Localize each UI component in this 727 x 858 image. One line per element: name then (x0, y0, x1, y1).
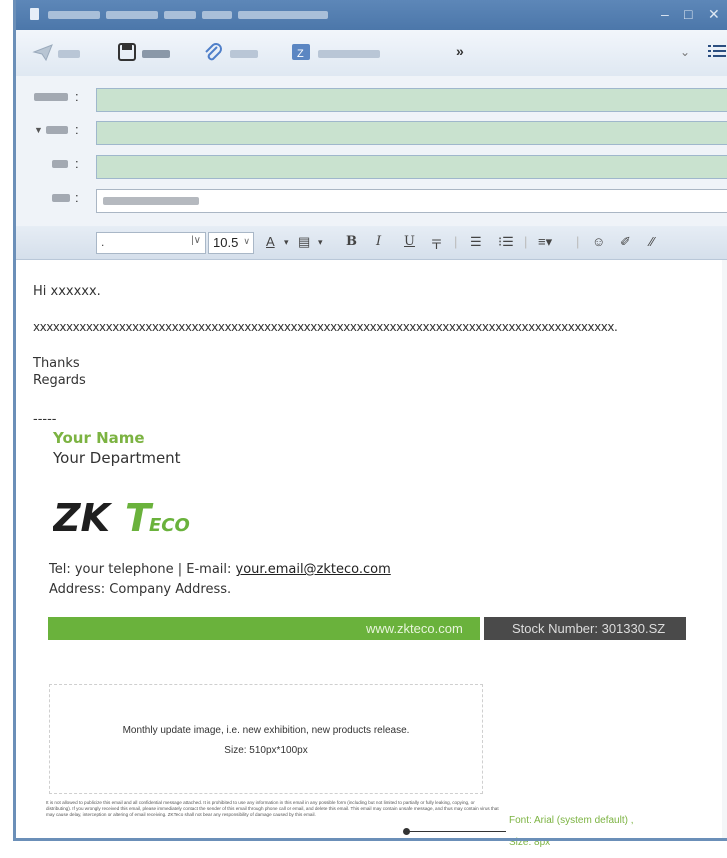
more-format-icon[interactable]: ⁄⁄ (650, 234, 654, 249)
update-description: Monthly update image, i.e. new exhibitio… (122, 725, 410, 736)
bcc-label-redacted (52, 160, 68, 168)
scrollbar-track[interactable] (722, 260, 727, 838)
cc-row: ▼ : (16, 118, 727, 146)
separator: | (576, 234, 580, 249)
separator: | (524, 234, 528, 249)
email-link[interactable]: your.email@zkteco.com (236, 562, 391, 577)
font-color-button[interactable]: A (266, 234, 275, 249)
bcc-field[interactable] (96, 155, 727, 179)
body-line: xxxxxxxxxxxxxxxxxxxxxxxxxxxxxxxxxxxxxxxx… (33, 320, 618, 334)
window-title-redacted (238, 11, 328, 19)
italic-button[interactable]: I (376, 234, 381, 249)
greeting: Hi xxxxxx. (33, 284, 101, 299)
signature-separator: ----- (33, 412, 57, 427)
regards-text: Regards (33, 373, 86, 388)
menu-icon[interactable] (708, 43, 726, 59)
numbered-list-button[interactable]: ⁝☰ (498, 234, 514, 250)
maximize-button[interactable]: □ (684, 6, 692, 22)
more-button[interactable]: » (456, 43, 464, 59)
attach-label-redacted[interactable] (230, 50, 258, 58)
save-icon[interactable] (116, 42, 138, 62)
website-link[interactable]: www.zkteco.com (366, 621, 463, 636)
bcc-row: : (16, 152, 727, 180)
expand-triangle-icon[interactable]: ▼ (34, 125, 43, 135)
signature-icon[interactable]: Z (290, 42, 312, 62)
subject-field[interactable] (96, 189, 727, 213)
font-size-value: 10.5 (213, 235, 239, 250)
bcc-colon: : (75, 156, 79, 171)
signature-label-redacted[interactable] (318, 50, 380, 58)
to-field[interactable] (96, 88, 727, 112)
highlight-button[interactable]: ▤ (298, 234, 310, 250)
stock-number: Stock Number: 301330.SZ (512, 621, 666, 636)
strikethrough-button[interactable]: 〒 (430, 234, 443, 253)
header-fields: : ▼ : : : (16, 76, 727, 226)
address-line: Address: Company Address. (49, 582, 232, 597)
font-size-select[interactable]: 10.5 ∨ (208, 232, 254, 254)
to-row: : (16, 85, 727, 113)
title-bar[interactable]: – □ ✕ (16, 0, 727, 30)
subject-value-redacted (103, 197, 199, 205)
compose-toolbar: Z » ⌄ (16, 30, 727, 77)
zkteco-logo: ZK T ECO (53, 496, 190, 539)
signature-name: Your Name (53, 429, 145, 447)
chevron-down-icon: ∨ (243, 236, 250, 246)
separator: | (454, 234, 458, 249)
chevron-down-icon: |∨ (191, 235, 201, 246)
svg-text:ZK: ZK (53, 496, 113, 539)
legal-disclaimer: It is not allowed to publicize this emai… (46, 800, 499, 817)
underline-button[interactable]: U (404, 234, 415, 249)
minimize-button[interactable]: – (661, 6, 669, 22)
window-title-redacted (106, 11, 158, 19)
banner-website: www.zkteco.com (48, 617, 480, 640)
font-family-value: . (101, 235, 105, 249)
send-icon[interactable] (32, 42, 54, 62)
window-title-redacted (164, 11, 196, 19)
update-size: Size: 510px*100px (224, 745, 308, 756)
chevron-down-icon[interactable]: ▾ (318, 237, 323, 248)
window-title-redacted (202, 11, 232, 19)
font-family-select[interactable]: . |∨ (96, 232, 206, 254)
monthly-update-placeholder: Monthly update image, i.e. new exhibitio… (49, 684, 483, 794)
window-bottom-border (13, 838, 727, 841)
to-colon: : (75, 89, 79, 104)
subject-label-redacted (52, 194, 70, 202)
email-body[interactable]: Hi xxxxxx. xxxxxxxxxxxxxxxxxxxxxxxxxxxxx… (16, 260, 727, 848)
banner-stock: Stock Number: 301330.SZ (484, 617, 686, 640)
bullet-list-button[interactable]: ☰ (470, 234, 482, 250)
window-margin (0, 0, 12, 858)
format-toolbar: . |∨ 10.5 ∨ A ▾ ▤ ▾ B I U 〒 | ☰ ⁝☰ | ≡▾ … (16, 226, 727, 260)
to-label-redacted (34, 93, 68, 101)
app-icon (30, 8, 39, 20)
font-annotation: Font: Arial (system default) , (509, 815, 634, 826)
align-button[interactable]: ≡▾ (538, 234, 552, 250)
send-label-redacted[interactable] (58, 50, 80, 58)
chevron-down-icon[interactable]: ⌄ (680, 45, 690, 59)
subject-row: : (16, 186, 727, 214)
cc-field[interactable] (96, 121, 727, 145)
signature-department: Your Department (53, 449, 181, 467)
clear-format-icon[interactable]: ✐ (620, 234, 631, 250)
email-compose-window: – □ ✕ Z » ⌄ : ▼::: . |∨ 10.5 ∨ A ▾ ▤ … (0, 0, 727, 858)
cc-label-redacted (46, 126, 68, 134)
bold-button[interactable]: B (346, 234, 357, 249)
tel-line: Tel: your telephone | E-mail: your.email… (49, 562, 391, 577)
tel-email-label: Tel: your telephone | E-mail: (49, 562, 236, 577)
chevron-down-icon[interactable]: ▾ (284, 237, 289, 248)
subject-colon: : (75, 190, 79, 205)
save-label-redacted[interactable] (142, 50, 170, 58)
svg-text:Z: Z (297, 48, 304, 60)
attach-icon[interactable] (202, 42, 224, 62)
thanks-text: Thanks (33, 356, 80, 371)
svg-text:ECO: ECO (149, 515, 190, 536)
emoji-icon[interactable]: ☺ (592, 234, 605, 249)
cc-colon: : (75, 122, 79, 137)
annotation-connector (406, 831, 506, 832)
window-title-redacted (48, 11, 100, 19)
close-button[interactable]: ✕ (708, 6, 720, 23)
